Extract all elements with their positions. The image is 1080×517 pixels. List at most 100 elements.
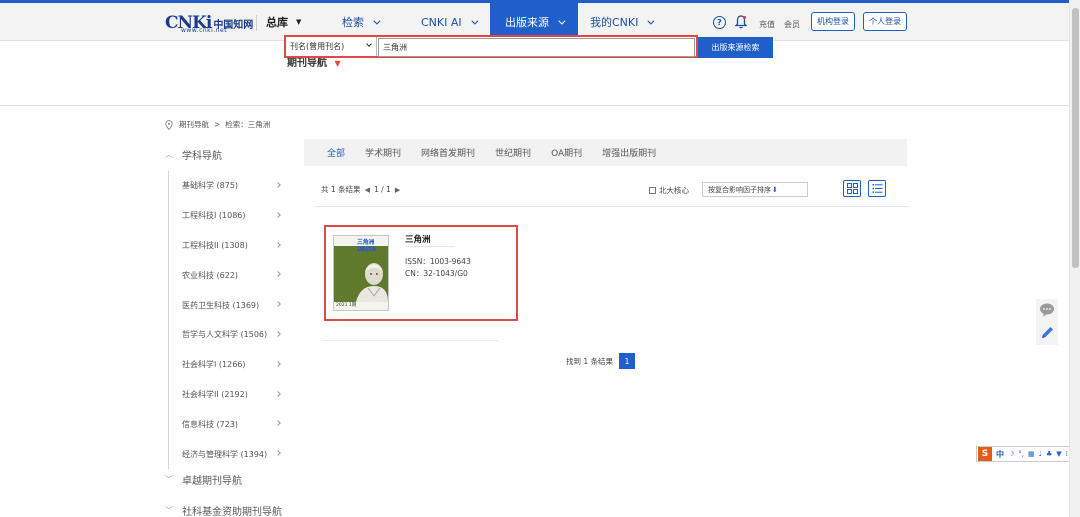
breadcrumb-separator: > <box>214 120 221 129</box>
tab-enhanced[interactable]: 增强出版期刊 <box>602 139 656 166</box>
page-scrollbar[interactable] <box>1069 0 1080 517</box>
fund-nav-header[interactable]: ﹀ 社科基金资助期刊导航 <box>165 503 282 517</box>
core-journal-filter[interactable]: 北大核心 <box>649 185 689 196</box>
list-icon <box>872 184 882 193</box>
chevron-right-icon <box>275 390 281 397</box>
journal-title[interactable]: 三角洲 <box>405 233 431 245</box>
title-underline <box>405 246 455 247</box>
chevron-right-icon <box>275 271 281 278</box>
tab-online-first[interactable]: 网络首发期刊 <box>421 139 475 166</box>
help-icon[interactable]: ? <box>713 16 726 29</box>
sidebar-item-social-science-1[interactable]: 社会科学I (1266) <box>169 350 288 380</box>
chevron-down-icon <box>373 17 381 25</box>
skin-icon[interactable]: ♣ <box>1046 450 1052 458</box>
subject-nav-label: 学科导航 <box>182 151 222 162</box>
sogou-logo-icon[interactable]: S <box>978 447 992 461</box>
sidebar-item-engineering-2[interactable]: 工程科技II (1308) <box>169 231 288 261</box>
sidebar-item-engineering-1[interactable]: 工程科技I (1086) <box>169 201 288 231</box>
sidebar-item-social-science-2[interactable]: 社会科学II (2192) <box>169 380 288 410</box>
tab-all[interactable]: 全部 <box>327 139 345 166</box>
tab-century[interactable]: 世纪期刊 <box>495 139 531 166</box>
sidebar-item-information[interactable]: 信息科技 (723) <box>169 409 288 439</box>
nav-my-cnki-label: 我的CNKI <box>590 16 639 29</box>
cover-issue: 2021 1期 <box>334 302 388 310</box>
journal-cn: CN：32-1043/G0 <box>405 269 468 278</box>
nav-publication-source-label: 出版来源 <box>505 16 549 29</box>
arrow-down-icon: ⬇ <box>772 185 778 194</box>
sidebar-item-basic-science[interactable]: 基础科学 (875) <box>169 171 288 201</box>
excellence-nav-header[interactable]: ﹀ 卓越期刊导航 <box>165 472 242 487</box>
search-field-select[interactable]: 刊名(曾用刊名) <box>286 37 377 56</box>
page-total: 1 <box>386 185 391 194</box>
pencil-icon[interactable] <box>1039 325 1055 341</box>
moon-icon[interactable]: ☽ <box>1008 450 1014 458</box>
chevron-right-icon <box>275 420 281 427</box>
ime-toolbar[interactable]: S 中 ☽ °, ▦ ♩ ♣ ▼ ⁞ <box>976 446 1080 462</box>
keyboard-icon[interactable]: ▦ <box>1028 450 1035 458</box>
sidebar-item-label: 医药卫生科技 (1369) <box>182 300 260 310</box>
list-view-button[interactable] <box>868 180 886 197</box>
chat-icon[interactable] <box>1039 302 1055 318</box>
page-button-1[interactable]: 1 <box>619 353 636 369</box>
shirt-icon[interactable]: ▼ <box>1056 450 1061 458</box>
caret-down-icon: ﹀ <box>165 506 173 515</box>
grid-view-button[interactable] <box>843 180 861 197</box>
subject-nav-header[interactable]: ︿ 学科导航 <box>165 147 222 162</box>
sidebar-item-label: 哲学与人文科学 (1506) <box>182 330 268 340</box>
found-label: 找到 <box>566 356 581 366</box>
checkbox-icon[interactable] <box>649 187 656 194</box>
cnki-logo[interactable]: CNKi 中国知网 www.cnki.net <box>165 12 253 34</box>
tab-oa[interactable]: OA期刊 <box>551 139 582 166</box>
sidebar-item-medicine[interactable]: 医药卫生科技 (1369) <box>169 290 288 320</box>
org-login-button[interactable]: 机构登录 <box>811 12 855 31</box>
journal-cover[interactable]: 三角洲 DELTA 2021 1期 <box>333 235 389 311</box>
sort-select[interactable]: 按复合影响因子排序 ⬇ <box>702 182 808 197</box>
chevron-right-icon <box>275 182 281 188</box>
search-field-select-value: 刊名(曾用刊名) <box>290 42 345 51</box>
sidebar-item-economics[interactable]: 经济与管理科学 (1394) <box>169 439 288 469</box>
scrollbar-thumb[interactable] <box>1072 8 1079 268</box>
sidebar-item-agriculture[interactable]: 农业科技 (622) <box>169 260 288 290</box>
next-page-icon[interactable]: ▶ <box>395 186 400 194</box>
recharge-link[interactable]: 充值 <box>759 19 775 30</box>
caret-down-icon: ▼ <box>334 59 341 68</box>
chevron-right-icon <box>275 331 281 337</box>
caret-down-icon: ▼ <box>296 18 302 26</box>
microphone-icon[interactable]: ♩ <box>1039 450 1042 458</box>
logo-url: www.cnki.net <box>181 27 228 34</box>
sidebar-item-label: 社会科学II (2192) <box>182 389 248 399</box>
result-divider <box>315 206 909 207</box>
tab-academic[interactable]: 学术期刊 <box>365 139 401 166</box>
breadcrumb-root[interactable]: 期刊导航 <box>179 119 209 130</box>
chevron-right-icon <box>275 241 281 248</box>
breadcrumb: 期刊导航 > 检索：三角洲 <box>165 119 270 130</box>
page-separator: / <box>381 185 384 194</box>
grid-icon[interactable]: ⁞ <box>1066 450 1068 458</box>
nav-total-label: 总库 <box>266 16 288 29</box>
breadcrumb-current: 检索：三角洲 <box>225 120 271 129</box>
location-pin-icon <box>165 119 173 130</box>
sidebar-item-label: 农业科技 (622) <box>182 270 239 280</box>
result-suffix: 条结果 <box>338 185 361 194</box>
result-count: 1 <box>330 185 336 194</box>
ime-mode[interactable]: 中 <box>996 449 1004 460</box>
chevron-right-icon <box>275 360 281 367</box>
core-journal-label: 北大核心 <box>659 186 689 195</box>
journal-type-tabs: 全部 学术期刊 网络首发期刊 世纪期刊 OA期刊 增强出版期刊 <box>304 139 907 166</box>
sidebar-item-label: 信息科技 (723) <box>182 419 239 429</box>
source-search-button[interactable]: 出版来源检索 <box>698 37 773 58</box>
journal-issn: ISSN：1003-9643 <box>405 257 471 266</box>
header-divider <box>256 15 257 31</box>
prev-page-icon[interactable]: ◀ <box>365 186 370 194</box>
subject-nav-list: 基础科学 (875) 工程科技I (1086) 工程科技II (1308) 农业… <box>168 171 288 469</box>
search-input[interactable]: 三角洲 <box>378 38 695 57</box>
bell-icon[interactable] <box>735 15 747 29</box>
sidebar-item-humanities[interactable]: 哲学与人文科学 (1506) <box>169 320 288 350</box>
personal-login-button[interactable]: 个人登录 <box>863 12 907 31</box>
journal-card[interactable]: 三角洲 DELTA 2021 1期 三角洲 ISSN：1003-9643 CN：… <box>324 225 518 321</box>
sidebar-item-label: 工程科技II (1308) <box>182 240 248 250</box>
member-link[interactable]: 会员 <box>784 19 800 30</box>
punctuation-icon[interactable]: °, <box>1018 450 1024 458</box>
chevron-right-icon <box>275 301 281 308</box>
result-summary: 共 1 条结果 ◀ 1 / 1 ▶ <box>321 184 404 195</box>
